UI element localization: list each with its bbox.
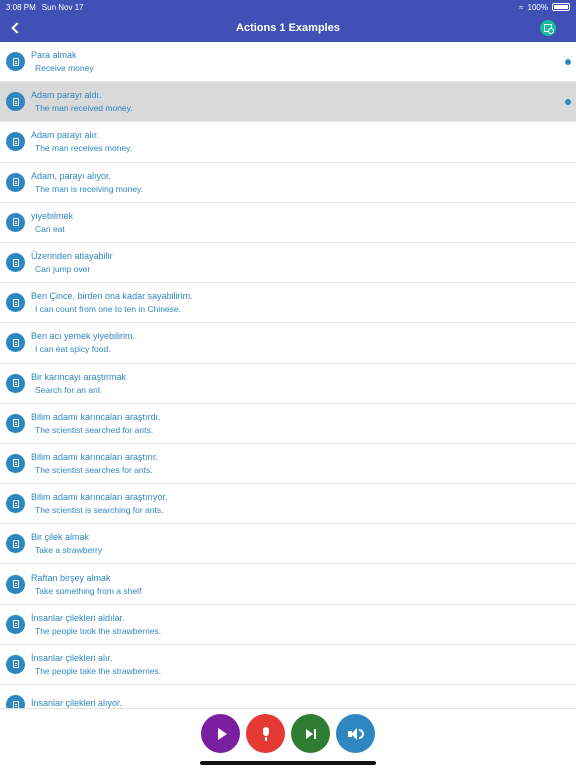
item-title: Raftan birşey almak [31, 572, 111, 583]
speaker-button[interactable] [336, 714, 375, 753]
list-item[interactable]: Bilim adamı karıncaları araştırdı. The sc… [0, 404, 576, 444]
item-subtitle: The scientist searches for ants. [35, 464, 153, 475]
item-title: Bilim adamı karıncaları araştırıyor. [31, 492, 168, 503]
item-title: Ben acı yemek yiyebilirim. [31, 331, 136, 342]
save-icon [544, 24, 554, 34]
item-title: Bir karıncayı araştırmak [31, 371, 127, 382]
status-bar: 3:08 PM Sun Nov 17 ≈ 100% [0, 0, 576, 14]
list-item-selected[interactable]: Adam parayı aldı. The man received money. [0, 82, 576, 123]
list-item[interactable]: Bir çilek almak Take a strawberry [0, 524, 576, 565]
item-subtitle: Can eat [35, 223, 65, 234]
document-icon [6, 172, 25, 192]
item-subtitle: Receive money [35, 63, 94, 74]
item-subtitle: The scientist searched for ants. [35, 424, 154, 435]
item-title: İnsanlar çilekleri alır. [31, 652, 113, 663]
save-button[interactable] [540, 20, 556, 36]
wifi-icon: ≈ [519, 2, 524, 12]
list-item[interactable]: Üzerinden atlayabilir Can jump over [0, 243, 576, 284]
item-subtitle: Take a strawberry [35, 545, 103, 556]
status-right: ≈ 100% [519, 3, 570, 12]
list-item[interactable]: Raftan birşey almak Take something from a… [0, 564, 576, 605]
item-subtitle: The man received money. [35, 103, 133, 114]
list-item[interactable]: Ben acı yemek yiyebilirim. I can eat spic… [0, 323, 576, 364]
document-icon [6, 695, 25, 708]
document-icon [6, 52, 25, 72]
item-title: Para almak [31, 50, 77, 61]
microphone-icon [262, 726, 270, 741]
document-icon [6, 132, 25, 152]
list-item[interactable]: Adam parayı alır. The man receives money. [0, 122, 576, 163]
home-indicator [200, 761, 376, 765]
item-subtitle: The man receives money. [35, 143, 133, 154]
item-title: İnsanlar çilekleri alıyor. [31, 698, 123, 708]
list-item[interactable]: Bilim adamı karıncaları araştırıyor. The … [0, 484, 576, 525]
item-title: Adam parayı aldı. [31, 90, 102, 101]
item-title: Adam parayı alır. [31, 130, 100, 141]
list-item[interactable]: Bir karıncayı araştırmak Search for an an… [0, 364, 576, 404]
play-icon [217, 727, 227, 740]
list-item[interactable]: Para almak Receive money [0, 42, 576, 83]
indicator-dot [565, 99, 571, 106]
chevron-left-icon [11, 22, 23, 34]
document-icon [6, 293, 25, 313]
play-button[interactable] [201, 714, 240, 753]
list-item[interactable]: Ben Çince, birden ona kadar sayabilirim.… [0, 283, 576, 324]
document-icon [6, 253, 25, 273]
battery-percent: 100% [527, 2, 548, 12]
document-icon [6, 453, 25, 473]
item-title: yiyebilmek [31, 210, 74, 221]
item-subtitle: Search for an ant [35, 384, 101, 395]
next-button[interactable] [291, 714, 330, 753]
item-subtitle: The man is receiving money. [35, 183, 144, 194]
examples-list[interactable]: Para almak Receive money Adam parayı aldı… [0, 42, 576, 708]
battery-icon [552, 3, 570, 11]
document-icon [6, 413, 25, 433]
list-item[interactable]: Adam, parayı alıyor. The man is receiving… [0, 163, 576, 203]
item-subtitle: I can eat spicy food. [35, 344, 111, 355]
document-icon [6, 92, 25, 112]
list-item[interactable]: İnsanlar çilekleri aldılar. The people to… [0, 605, 576, 645]
status-time: 3:08 PM [6, 2, 36, 12]
document-icon [6, 373, 25, 393]
list-item[interactable]: Bilim adamı karıncaları araştırır. The sc… [0, 444, 576, 485]
nav-bar: Actions 1 Examples [0, 14, 576, 42]
page-title: Actions 1 Examples [236, 22, 340, 34]
list-item[interactable]: yiyebilmek Can eat [0, 203, 576, 243]
item-title: İnsanlar çilekleri aldılar. [31, 612, 125, 623]
item-title: Bilim adamı karıncaları araştırdı. [31, 411, 161, 422]
item-title: Bilim adamı karıncaları araştırır. [31, 451, 159, 462]
back-button[interactable] [6, 19, 24, 37]
document-icon [6, 534, 25, 554]
document-icon [6, 654, 25, 674]
item-subtitle: The scientist is searching for ants. [35, 505, 164, 516]
item-subtitle: The people took the strawberries. [35, 625, 162, 636]
playback-controls [0, 708, 576, 768]
document-icon [6, 614, 25, 634]
item-title: Ben Çince, birden ona kadar sayabilirim. [31, 291, 193, 302]
item-title: Bir çilek almak [31, 532, 90, 543]
document-icon [6, 574, 25, 594]
microphone-button[interactable] [246, 714, 285, 753]
document-icon [6, 212, 25, 232]
document-icon [6, 494, 25, 514]
item-subtitle: Can jump over [35, 264, 91, 275]
item-title: Üzerinden atlayabilir [31, 251, 113, 262]
item-subtitle: I can count from one to ten in Chinese. [35, 304, 182, 315]
status-date: Sun Nov 17 [41, 2, 84, 12]
skip-next-icon [305, 728, 316, 739]
item-subtitle: Take something from a shelf [35, 585, 142, 596]
item-title: Adam, parayı alıyor. [31, 170, 112, 181]
document-icon [6, 333, 25, 353]
list-item[interactable]: İnsanlar çilekleri alıyor. [0, 685, 576, 708]
list-item[interactable]: İnsanlar çilekleri alır. The people take … [0, 645, 576, 685]
speaker-icon [347, 727, 364, 740]
item-subtitle: The people take the strawberries. [35, 665, 162, 676]
indicator-dot [565, 59, 571, 65]
